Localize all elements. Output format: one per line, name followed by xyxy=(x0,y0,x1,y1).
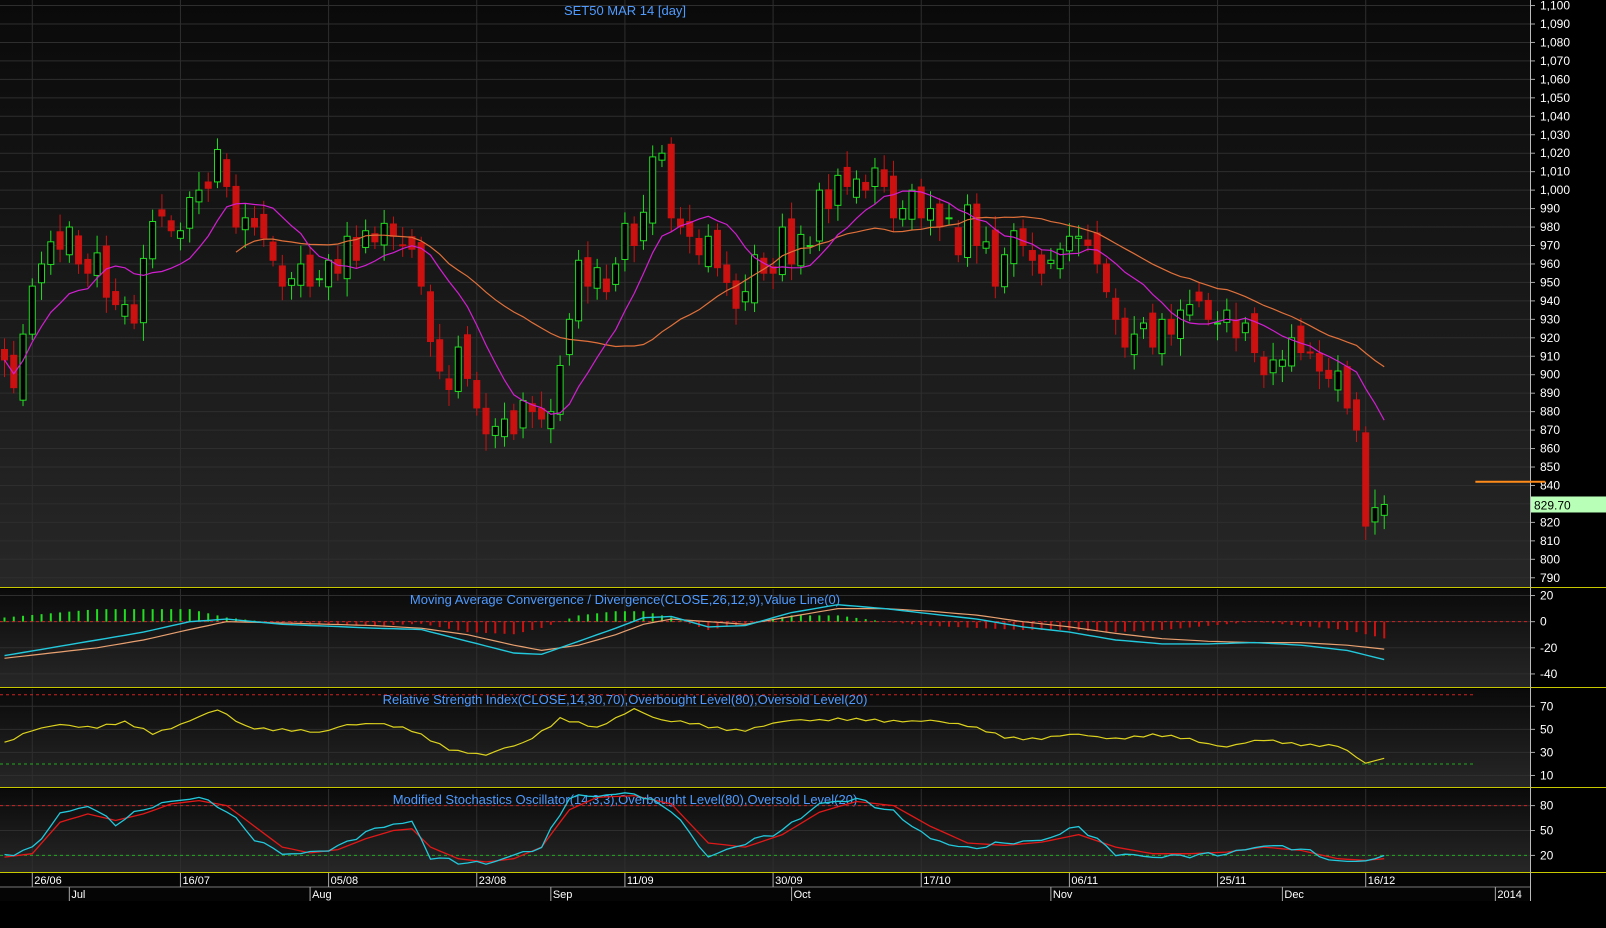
y-tick-label: 1,030 xyxy=(1540,128,1570,142)
x-date-label: 16/07 xyxy=(182,875,210,887)
candle xyxy=(649,145,657,236)
y-tick-label: 1,080 xyxy=(1540,35,1570,49)
y-tick-label: 1,090 xyxy=(1540,17,1570,31)
trading-chart[interactable]: 1,100 1,090 1,080 1,070 1,060 1,050 1,040 1,030… xyxy=(0,0,1606,923)
svg-text:829.70: 829.70 xyxy=(1534,498,1571,512)
y-tick-label: 1,010 xyxy=(1540,165,1570,179)
x-month-label: Nov xyxy=(1053,889,1073,901)
y-tick-label: 0 xyxy=(1540,615,1547,629)
y-tick-label: 950 xyxy=(1540,275,1560,289)
y-tick-label: 870 xyxy=(1540,423,1560,437)
x-month-label: Jul xyxy=(71,889,85,901)
y-tick-label: 1,000 xyxy=(1540,183,1570,197)
candle xyxy=(1362,426,1370,540)
y-tick-label: 1,100 xyxy=(1540,0,1570,13)
x-date-label: 25/11 xyxy=(1220,875,1247,887)
y-tick-label: 70 xyxy=(1540,699,1554,713)
y-tick-label: 960 xyxy=(1540,257,1560,271)
y-tick-label: 840 xyxy=(1540,478,1560,492)
x-date-label: 30/09 xyxy=(775,875,803,887)
y-tick-label: 940 xyxy=(1540,294,1560,308)
x-date-label: 11/09 xyxy=(627,875,654,887)
y-tick-label: 910 xyxy=(1540,349,1560,363)
panel-title: Moving Average Convergence / Divergence(… xyxy=(410,592,840,607)
x-month-label: Oct xyxy=(794,889,811,901)
y-tick-label: 20 xyxy=(1540,589,1554,603)
y-tick-label: 930 xyxy=(1540,312,1560,326)
y-tick-label: 1,020 xyxy=(1540,146,1570,160)
panel-background xyxy=(0,0,1530,587)
y-tick-label: -40 xyxy=(1540,667,1558,681)
y-tick-label: 900 xyxy=(1540,368,1560,382)
x-month-label: Dec xyxy=(1284,889,1304,901)
y-tick-label: 50 xyxy=(1540,722,1554,736)
y-tick-label: 80 xyxy=(1540,799,1554,813)
candle xyxy=(1001,247,1009,294)
x-month-label: Sep xyxy=(553,889,573,901)
y-tick-label: 850 xyxy=(1540,460,1560,474)
y-tick-label: 860 xyxy=(1540,442,1560,456)
panel-3[interactable]: 70 50 30 10 Relative Strength Index(CLOSE,14… xyxy=(0,689,1606,788)
candle xyxy=(815,182,823,252)
y-tick-label: -20 xyxy=(1540,641,1558,655)
y-tick-label: 1,070 xyxy=(1540,54,1570,68)
y-tick-label: 990 xyxy=(1540,202,1560,216)
x-date-label: 23/08 xyxy=(479,875,507,887)
y-tick-label: 980 xyxy=(1540,220,1560,234)
candle xyxy=(1343,360,1351,415)
y-tick-label: 10 xyxy=(1540,768,1554,782)
x-date-label: 16/12 xyxy=(1368,875,1396,887)
panel-title: Modified Stochastics Oscillator(14,3,3),… xyxy=(393,792,858,807)
y-tick-label: 1,040 xyxy=(1540,109,1570,123)
candle xyxy=(667,137,675,232)
candle xyxy=(464,326,471,387)
panel-title: SET50 MAR 14 [day] xyxy=(564,3,686,18)
y-tick-label: 880 xyxy=(1540,405,1560,419)
candle xyxy=(964,194,972,267)
last-price-label: 829.70 xyxy=(1531,496,1606,513)
y-tick-label: 920 xyxy=(1540,331,1560,345)
x-axis: 26/06 16/07 05/08 23/08 11/09 30/09 17/10 06/11… xyxy=(0,873,1530,901)
x-date-label: 06/11 xyxy=(1071,875,1098,887)
candle xyxy=(28,278,36,341)
panel-title: Relative Strength Index(CLOSE,14,30,70),… xyxy=(383,692,868,707)
y-tick-label: 50 xyxy=(1540,824,1554,838)
candle xyxy=(19,324,27,407)
x-date-label: 26/06 xyxy=(34,875,62,887)
y-tick-label: 970 xyxy=(1540,239,1560,253)
candle xyxy=(575,249,583,329)
x-date-label: 05/08 xyxy=(331,875,359,887)
y-tick-label: 20 xyxy=(1540,848,1554,862)
y-tick-label: 890 xyxy=(1540,386,1560,400)
x-month-label: 2014 xyxy=(1497,889,1521,901)
y-tick-label: 1,060 xyxy=(1540,72,1570,86)
candle xyxy=(417,236,425,295)
panel-2[interactable]: 20 0 -20 -40 Moving Average Convergence / Di… xyxy=(0,589,1606,688)
x-month-label: Aug xyxy=(312,889,332,901)
x-date-label: 17/10 xyxy=(923,875,951,887)
y-tick-label: 1,050 xyxy=(1540,91,1570,105)
y-tick-label: 820 xyxy=(1540,515,1560,529)
chart-canvas[interactable]: 1,100 1,090 1,080 1,070 1,060 1,050 1,040 1,030… xyxy=(0,0,1606,923)
y-tick-label: 30 xyxy=(1540,745,1554,759)
candle xyxy=(1102,258,1110,298)
y-tick-label: 790 xyxy=(1540,571,1560,585)
y-tick-label: 810 xyxy=(1540,534,1560,548)
y-tick-label: 800 xyxy=(1540,552,1560,566)
